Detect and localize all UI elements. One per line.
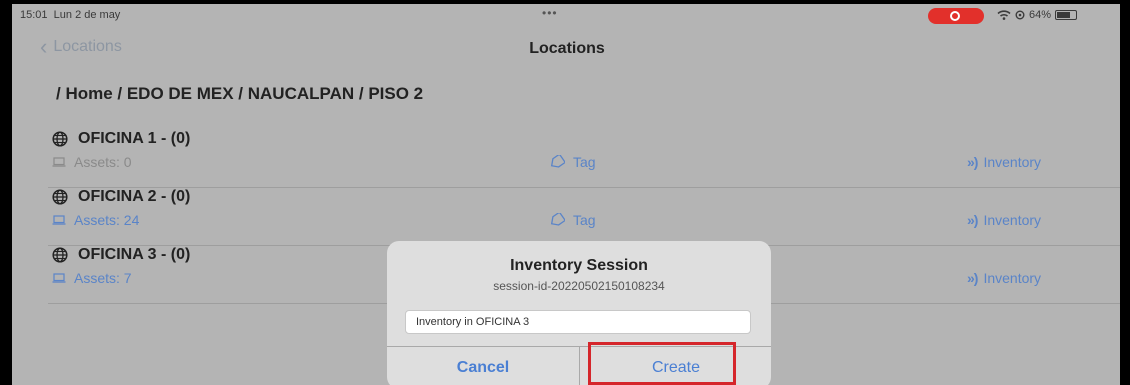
- session-name-input[interactable]: [405, 310, 751, 334]
- laptop-icon: [52, 215, 66, 225]
- device-frame: 15:01 Lun 2 de may ••• 64% ‹ Locations L…: [0, 0, 1130, 385]
- page-title: Locations: [529, 40, 605, 57]
- multitask-dots[interactable]: •••: [542, 6, 558, 20]
- rfid-signal-icon: »): [967, 270, 978, 286]
- location-name-text: OFICINA 3 - (0): [78, 246, 191, 263]
- tag-label: Tag: [573, 212, 596, 228]
- session-id-text: session-id-20220502150108234: [493, 279, 665, 293]
- location-name: OFICINA 1 - (0): [52, 130, 190, 148]
- time-text: 15:01: [20, 9, 48, 21]
- battery-icon: [1055, 10, 1078, 20]
- tag-icon: [550, 213, 565, 226]
- inventory-label: Inventory: [983, 212, 1042, 228]
- assets-label: Assets: 7: [74, 270, 132, 286]
- tag-button[interactable]: Tag: [549, 212, 596, 228]
- assets-link[interactable]: Assets: 0: [52, 154, 132, 170]
- status-icons: 64%: [997, 9, 1078, 21]
- inventory-button[interactable]: ») Inventory: [967, 270, 1041, 286]
- globe-icon: [52, 189, 68, 205]
- cancel-button[interactable]: Cancel: [387, 346, 579, 385]
- status-bar: 15:01 Lun 2 de may ••• 64%: [12, 4, 1120, 26]
- screen-recording-indicator[interactable]: [928, 8, 984, 24]
- location-name-text: OFICINA 1 - (0): [78, 130, 191, 147]
- wifi-icon: [997, 10, 1011, 20]
- rfid-signal-icon: »): [967, 212, 978, 228]
- assets-label: Assets: 0: [74, 154, 132, 170]
- dialog-title: Inventory Session: [510, 257, 648, 274]
- date-text: Lun 2 de may: [53, 9, 121, 21]
- record-icon: [950, 11, 960, 21]
- globe-icon: [52, 131, 68, 147]
- back-label: Locations: [53, 38, 122, 55]
- assets-label: Assets: 24: [74, 212, 140, 228]
- laptop-icon: [52, 157, 66, 167]
- location-name: OFICINA 2 - (0): [52, 188, 190, 206]
- tag-icon: [550, 155, 565, 168]
- rfid-signal-icon: »): [967, 154, 978, 170]
- breadcrumb: / Home / EDO DE MEX / NAUCALPAN / PISO 2: [56, 84, 424, 103]
- laptop-icon: [52, 273, 66, 283]
- tag-button[interactable]: Tag: [549, 154, 596, 170]
- inventory-label: Inventory: [983, 270, 1042, 286]
- location-row-oficina-2[interactable]: OFICINA 2 - (0) Assets: 24 Tag ») Invent…: [12, 188, 1120, 246]
- inventory-button[interactable]: ») Inventory: [967, 154, 1041, 170]
- location-name: OFICINA 3 - (0): [52, 246, 190, 264]
- highlight-annotation: [588, 342, 736, 385]
- location-icon: [1015, 10, 1025, 20]
- assets-link[interactable]: Assets: 7: [52, 270, 132, 286]
- inventory-button[interactable]: ») Inventory: [967, 212, 1041, 228]
- location-row-oficina-1[interactable]: OFICINA 1 - (0) Assets: 0 Tag ») Invento…: [12, 130, 1120, 188]
- location-name-text: OFICINA 2 - (0): [78, 188, 191, 205]
- assets-link[interactable]: Assets: 24: [52, 212, 139, 228]
- inventory-label: Inventory: [983, 154, 1042, 170]
- screen: 15:01 Lun 2 de may ••• 64% ‹ Locations L…: [12, 4, 1120, 385]
- battery-percent: 64%: [1029, 9, 1052, 21]
- tag-label: Tag: [573, 154, 596, 170]
- globe-icon: [52, 247, 68, 263]
- back-button[interactable]: ‹ Locations: [40, 34, 122, 59]
- chevron-left-icon: ‹: [40, 34, 48, 59]
- status-time: 15:01 Lun 2 de may: [20, 9, 120, 21]
